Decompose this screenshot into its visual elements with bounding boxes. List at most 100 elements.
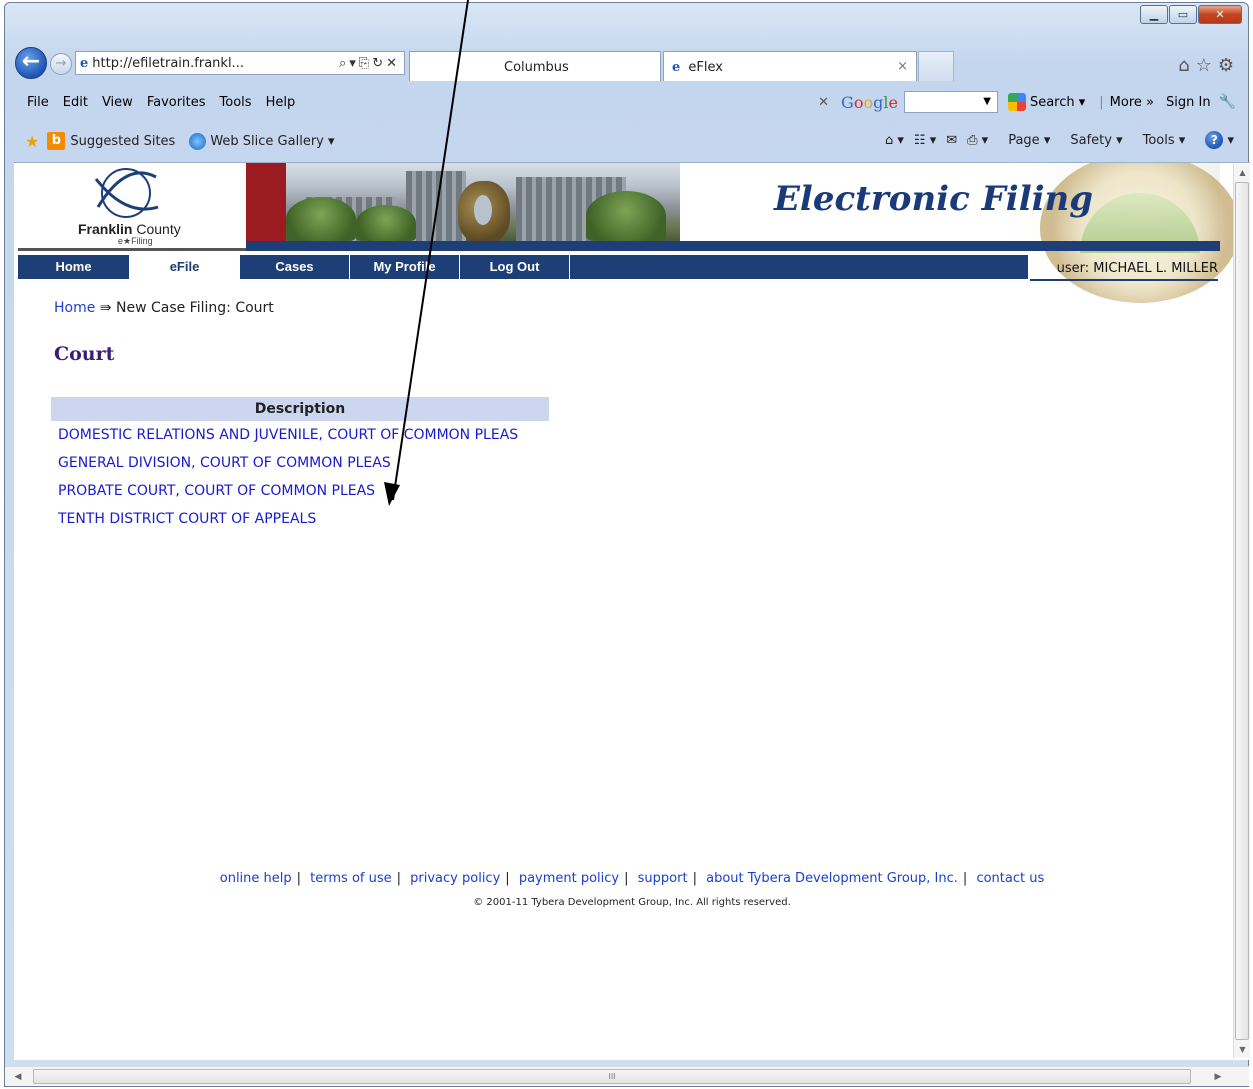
google-search-icon [1007, 93, 1026, 111]
footer-support[interactable]: support [638, 871, 688, 886]
print-icon[interactable]: ⎙ ▾ [967, 133, 988, 148]
favorites-bar: ★ b Suggested Sites Web Slice Gallery ▾ … [5, 127, 1248, 155]
vertical-scrollbar[interactable]: ▲ ▼ [1233, 164, 1250, 1058]
menu-help[interactable]: Help [266, 95, 296, 110]
minimize-button[interactable]: ▁ [1140, 5, 1168, 24]
nav-cases[interactable]: Cases [240, 255, 350, 279]
google-search-label: Search [1029, 94, 1075, 110]
close-toolbar-icon[interactable]: ✕ [818, 95, 829, 110]
wrench-icon[interactable]: 🔧 [1219, 94, 1236, 110]
globe-icon [94, 168, 159, 218]
chevron-down-icon[interactable]: ▾ [324, 134, 335, 149]
table-row: GENERAL DIVISION, COURT OF COMMON PLEAS [51, 449, 549, 477]
footer-copyright: © 2001-11 Tybera Development Group, Inc.… [473, 897, 791, 908]
menu-tools[interactable]: Tools [220, 95, 252, 110]
court-link-general-division[interactable]: GENERAL DIVISION, COURT OF COMMON PLEAS [58, 455, 391, 471]
footer-separator: | [296, 871, 302, 886]
table-row: PROBATE COURT, COURT OF COMMON PLEAS [51, 477, 549, 505]
nav-efile[interactable]: eFile [130, 255, 240, 279]
suggested-sites-link[interactable]: Suggested Sites [70, 134, 175, 149]
footer-links: online help | terms of use | privacy polic… [14, 871, 1250, 886]
ie-tab-icon: e [672, 60, 681, 75]
scroll-left-icon[interactable]: ◀ [9, 1067, 27, 1087]
court-link-domestic-relations[interactable]: DOMESTIC RELATIONS AND JUVENILE, COURT O… [58, 427, 518, 443]
breadcrumb: Home ⇛ New Case Filing: Court [54, 300, 274, 316]
chevron-down-icon: ▾ [1074, 94, 1086, 110]
scroll-right-icon[interactable]: ▶ [1209, 1067, 1227, 1087]
table-row: DOMESTIC RELATIONS AND JUVENILE, COURT O… [51, 421, 549, 449]
horizontal-scroll-thumb[interactable]: III [33, 1069, 1191, 1084]
new-tab-button[interactable] [918, 51, 954, 81]
feeds-icon[interactable]: ☷ ▾ [914, 133, 936, 148]
footer-separator: | [396, 871, 402, 886]
tools-menu[interactable]: Tools ▾ [1133, 133, 1186, 148]
footer-separator: | [692, 871, 697, 886]
header-red-band [246, 163, 286, 251]
nav-my-profile[interactable]: My Profile [350, 255, 460, 279]
suggested-sites-icon: b [47, 132, 66, 150]
footer-privacy-policy[interactable]: privacy policy [410, 871, 500, 886]
safety-menu[interactable]: Safety ▾ [1060, 133, 1122, 148]
footer-terms-of-use[interactable]: terms of use [310, 871, 391, 886]
close-tab-icon[interactable]: × [897, 59, 908, 74]
menu-edit[interactable]: Edit [63, 95, 88, 110]
help-menu[interactable]: ? ▾ [1195, 131, 1234, 149]
logo-subtext: e★Filing [118, 236, 153, 246]
nav-home[interactable]: Home [18, 255, 130, 279]
site-title: Electronic Filing [774, 179, 1094, 219]
logo-county-text: County [136, 221, 181, 237]
menu-bar: File Edit View Favorites Tools Help ✕ Go… [5, 89, 1248, 115]
menu-favorites[interactable]: Favorites [147, 95, 206, 110]
command-bar: ⌂ ▾ ☷ ▾ ✉ ⎙ ▾ Page ▾ Safety ▾ Tools ▾ ? … [875, 131, 1234, 149]
google-more-button[interactable]: More » [1110, 95, 1154, 110]
breadcrumb-home-link[interactable]: Home [54, 300, 95, 316]
mail-icon[interactable]: ✉ [946, 133, 957, 148]
ie-page-icon: e [80, 55, 89, 71]
main-nav: Home eFile Cases My Profile Log Out [18, 255, 1028, 279]
favorites-star-icon[interactable]: ★ [25, 132, 39, 151]
tab-columbus[interactable]: Columbus [409, 51, 661, 81]
google-signin-button[interactable]: Sign In [1166, 95, 1211, 110]
horizontal-scrollbar[interactable]: ◀ III ▶ [5, 1066, 1249, 1086]
back-button[interactable]: ← [15, 47, 47, 79]
footer-about-tybera[interactable]: about Tybera Development Group, Inc. [706, 871, 958, 886]
forward-button[interactable]: → [50, 53, 72, 75]
vertical-scroll-thumb[interactable] [1235, 182, 1249, 1040]
web-slice-gallery-link[interactable]: Web Slice Gallery [210, 134, 324, 149]
tab-eflex[interactable]: e eFlex × [663, 51, 917, 81]
court-link-probate[interactable]: PROBATE COURT, COURT OF COMMON PLEAS [58, 483, 375, 499]
scroll-down-icon[interactable]: ▼ [1234, 1041, 1251, 1058]
home-icon[interactable]: ⌂ ▾ [885, 133, 904, 148]
footer-contact-us[interactable]: contact us [976, 871, 1044, 886]
breadcrumb-current: New Case Filing: Court [115, 300, 274, 316]
menu-view[interactable]: View [102, 95, 133, 110]
logo-text: Franklin County [78, 221, 181, 237]
footer-online-help[interactable]: online help [220, 871, 292, 886]
tab-label: Columbus [504, 60, 569, 75]
address-bar[interactable]: e http://efiletrain.frankl... ⌕▾⎘↻✕ [75, 51, 405, 75]
google-search-input[interactable]: ▼ [903, 91, 998, 113]
home-favorites-settings-icons[interactable]: ⌂☆⚙ [1178, 55, 1240, 76]
table-header-description: Description [51, 397, 549, 421]
court-link-tenth-district[interactable]: TENTH DISTRICT COURT OF APPEALS [58, 511, 316, 527]
page-menu[interactable]: Page ▾ [998, 133, 1050, 148]
site-header: Franklin County e★Filing Electronic Fili… [18, 163, 1240, 303]
page-menu-label: Page [1008, 132, 1040, 148]
maximize-button[interactable]: ▭ [1169, 5, 1197, 24]
address-row: ← → e http://efiletrain.frankl... ⌕▾⎘↻✕ … [5, 45, 1248, 81]
header-blue-bar [246, 241, 1220, 251]
franklin-county-logo[interactable]: Franklin County e★Filing [18, 163, 246, 251]
table-row: TENTH DISTRICT COURT OF APPEALS [51, 505, 549, 533]
header-title-area: Electronic Filing [680, 163, 1240, 303]
close-window-button[interactable]: ✕ [1198, 5, 1242, 24]
page-viewport: Franklin County e★Filing Electronic Fili… [14, 162, 1250, 1060]
footer-separator: | [624, 871, 629, 886]
google-search-button[interactable]: Search ▾ [1007, 93, 1086, 111]
address-actions-icons[interactable]: ⌕▾⎘↻✕ [339, 56, 400, 71]
footer-payment-policy[interactable]: payment policy [519, 871, 619, 886]
court-table: Description DOMESTIC RELATIONS AND JUVEN… [51, 397, 549, 533]
menu-file[interactable]: File [27, 95, 49, 110]
nav-log-out[interactable]: Log Out [460, 255, 570, 279]
scroll-up-icon[interactable]: ▲ [1234, 164, 1251, 181]
tools-menu-label: Tools [1142, 132, 1175, 148]
